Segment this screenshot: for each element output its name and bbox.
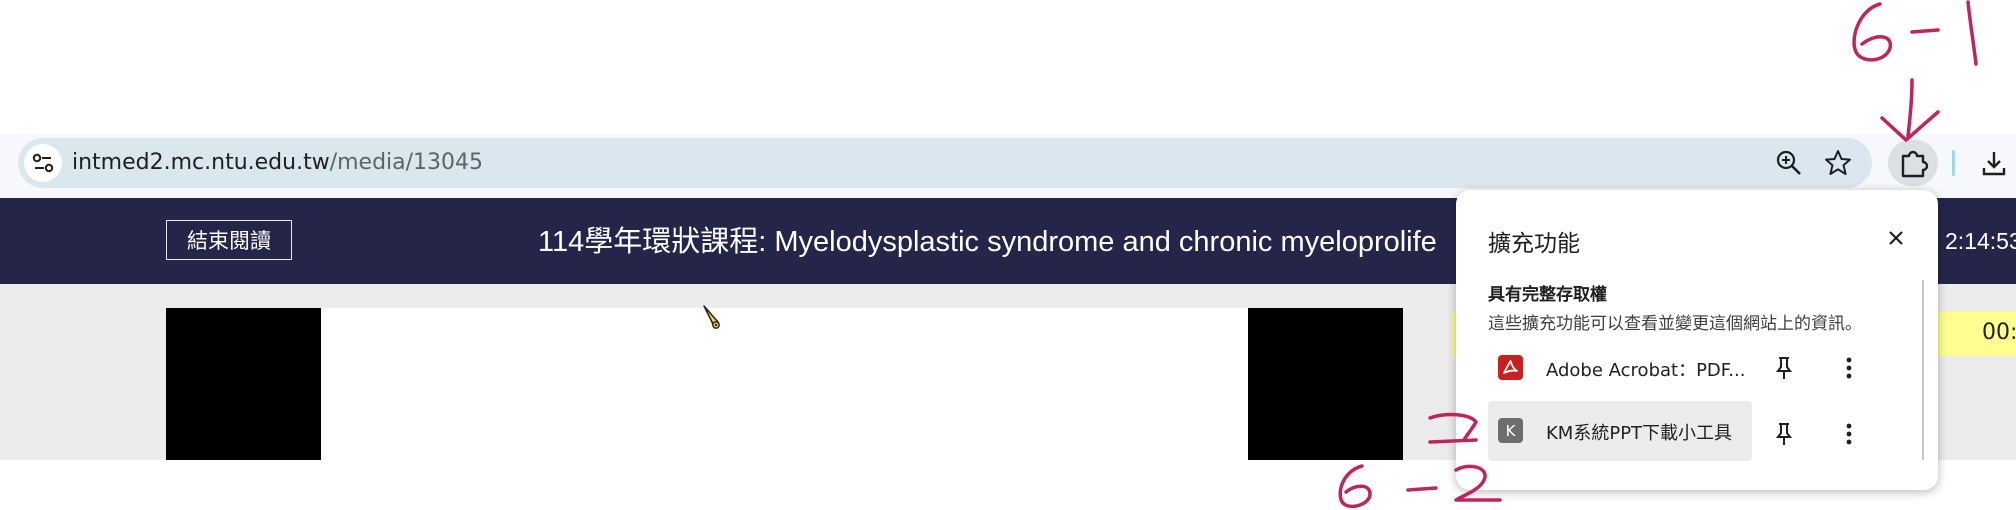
url-path: /media/13045 — [329, 150, 484, 175]
clock-text: 2:14:53 — [1945, 228, 2016, 254]
extension-item-acrobat[interactable]: Adobe Acrobat：PDF... — [1488, 338, 1752, 398]
url-host: intmed2.mc.ntu.edu.tw — [72, 150, 330, 175]
pin-icon — [1776, 423, 1792, 445]
puzzle-icon — [1901, 150, 1929, 178]
toolbar-divider — [1952, 150, 1955, 176]
acrobat-icon — [1498, 355, 1523, 380]
popup-scrollbar[interactable] — [1922, 280, 1924, 460]
more-vert-icon — [1846, 357, 1852, 379]
downloads-button[interactable] — [1977, 146, 2011, 180]
media-viewer[interactable] — [166, 308, 1403, 460]
tune-icon — [32, 153, 54, 173]
annotation-digit-1-top — [1966, 0, 1978, 66]
annotation-dash-top — [1910, 28, 1940, 34]
pin-km-button[interactable] — [1767, 417, 1801, 451]
url-text[interactable]: intmed2.mc.ntu.edu.tw/media/13045 — [72, 149, 483, 177]
km-icon: K — [1498, 418, 1523, 443]
pen-cursor-icon — [700, 304, 724, 334]
popup-section-description: 這些擴充功能可以查看並變更這個網站上的資訊。 — [1488, 314, 1862, 334]
more-km-button[interactable] — [1832, 417, 1866, 451]
annotation-arrow-top — [1906, 78, 1914, 138]
bookmark-button[interactable] — [1821, 146, 1855, 180]
course-title: 114學年環狀課程: Myelodysplastic syndrome and … — [538, 226, 1437, 258]
zoom-in-icon — [1776, 150, 1801, 175]
download-icon — [1982, 152, 2006, 176]
site-info-button[interactable] — [24, 144, 62, 182]
letterbox-left — [166, 308, 321, 460]
close-icon — [1889, 231, 1903, 245]
end-reading-button[interactable]: 結束閱讀 — [166, 220, 292, 260]
star-icon — [1825, 150, 1851, 175]
popup-section-heading: 具有完整存取權 — [1488, 285, 1607, 305]
popup-title: 擴充功能 — [1488, 231, 1580, 257]
pin-acrobat-button[interactable] — [1767, 351, 1801, 385]
annotation-digit-6-top — [1852, 2, 1893, 62]
more-vert-icon — [1846, 423, 1852, 445]
extension-item-km-ppt[interactable]: K KM系統PPT下載小工具 — [1488, 401, 1752, 461]
more-acrobat-button[interactable] — [1832, 351, 1866, 385]
pin-icon — [1776, 357, 1792, 379]
timer-text: 00:0 — [1982, 320, 2016, 345]
annotation-dash-bottom — [1406, 486, 1438, 492]
letterbox-right — [1248, 308, 1403, 460]
extensions-button[interactable] — [1888, 140, 1938, 186]
popup-close-button[interactable] — [1880, 222, 1912, 254]
zoom-button[interactable] — [1772, 146, 1806, 180]
extension-name: KM系統PPT下載小工具 — [1546, 423, 1733, 444]
extension-name: Adobe Acrobat：PDF... — [1546, 360, 1746, 381]
annotation-digit-6-bottom — [1338, 464, 1372, 509]
